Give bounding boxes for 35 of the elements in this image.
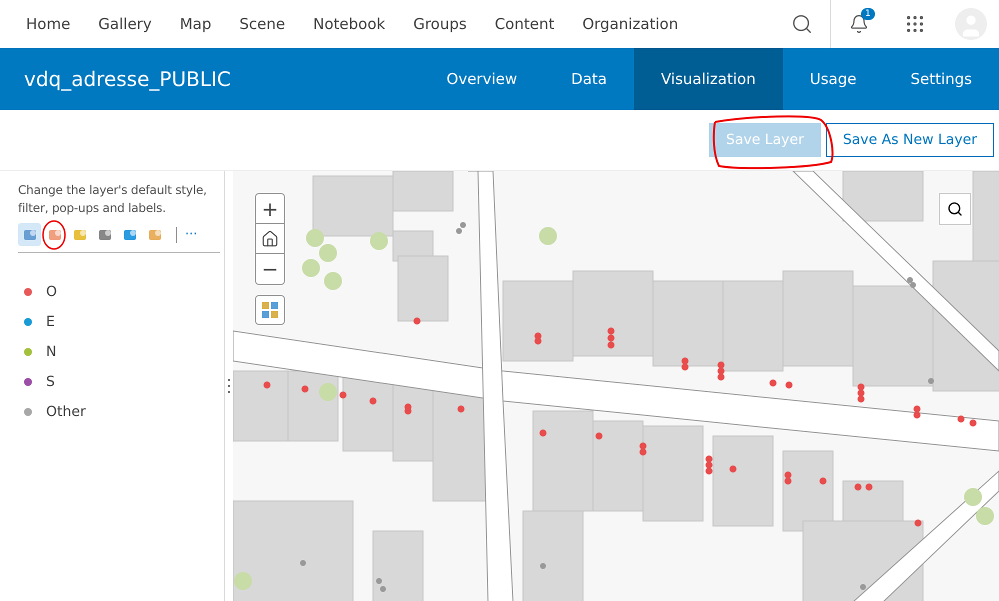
basemap-gallery-button[interactable]	[255, 295, 285, 325]
apps-grid-icon[interactable]	[904, 13, 926, 35]
style-tool[interactable]	[18, 223, 41, 246]
item-title: vdq_adresse_PUBLIC	[24, 67, 231, 91]
legend-label: S	[46, 374, 55, 390]
nav-link[interactable]: Map	[166, 15, 226, 33]
home-icon[interactable]	[261, 230, 279, 248]
nav-link[interactable]: Notebook	[299, 15, 400, 33]
search-icon[interactable]	[947, 201, 963, 217]
panel-description: Change the layer's default style, filter, pop-ups and labels.	[18, 182, 208, 217]
nav-link[interactable]: Scene	[225, 15, 300, 33]
nav-link[interactable]: Groups	[399, 15, 481, 33]
save-as-button[interactable]: Save As New Layer	[826, 123, 994, 157]
splitter-handle-icon[interactable]	[228, 379, 230, 393]
legend-label: E	[46, 314, 55, 330]
zoom-in-button[interactable]: +	[256, 194, 284, 224]
item-tab[interactable]: Settings	[883, 48, 999, 110]
zoom-out-button[interactable]: −	[256, 254, 284, 284]
hand-drawn-annotation-circle	[41, 219, 67, 251]
grid-icon	[262, 302, 278, 318]
search-icon[interactable]	[791, 13, 813, 35]
legend-label: N	[46, 344, 56, 360]
item-tab[interactable]: Data	[544, 48, 634, 110]
legend-label: O	[46, 284, 58, 300]
nav-link[interactable]: Organization	[568, 15, 692, 33]
more-button[interactable]: ···	[176, 226, 198, 242]
nav-link[interactable]: Gallery	[84, 15, 166, 33]
notification-badge: 1	[861, 8, 875, 20]
nav-link[interactable]: Home	[12, 15, 84, 33]
item-tab[interactable]: Visualization	[634, 48, 783, 110]
nav-link[interactable]: Content	[480, 15, 568, 33]
item-tab[interactable]: Overview	[420, 48, 544, 110]
legend-label: Other	[46, 404, 86, 420]
item-tab[interactable]: Usage	[782, 48, 884, 110]
bell-icon[interactable]	[849, 14, 869, 34]
